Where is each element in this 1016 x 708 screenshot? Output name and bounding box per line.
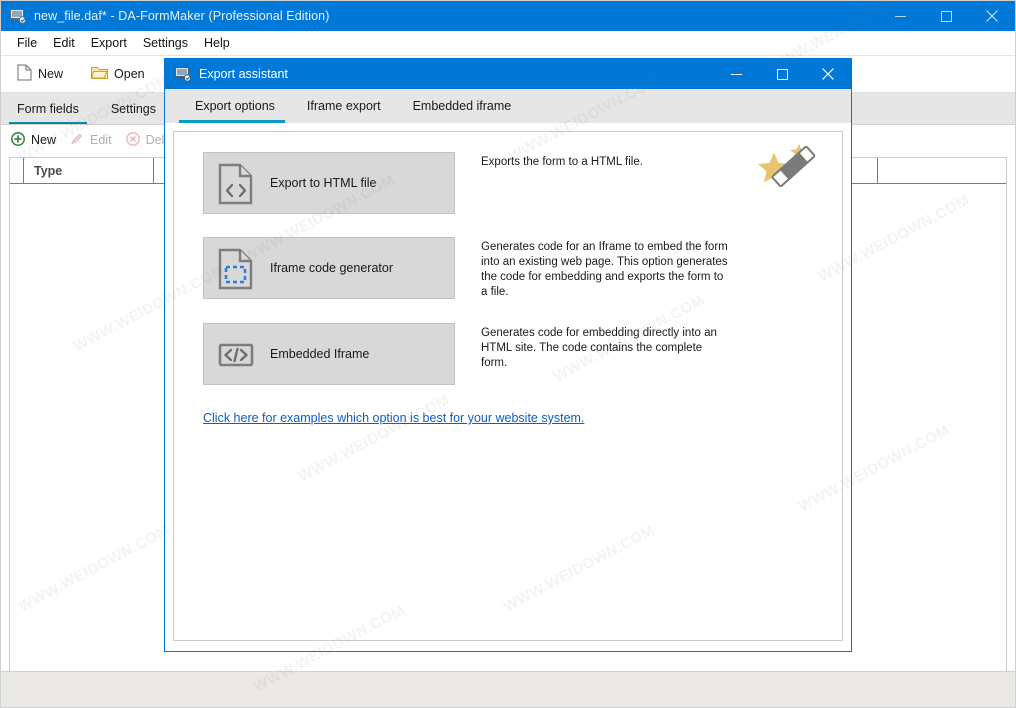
menu-item-export[interactable]: Export	[83, 34, 135, 52]
delete-circle-icon	[125, 131, 140, 149]
command-new-button[interactable]: New	[11, 131, 57, 149]
tab-embedded-iframe[interactable]: Embedded iframe	[397, 89, 528, 123]
iframe-code-generator-button[interactable]: Iframe code generator	[203, 237, 455, 299]
grid-column-type[interactable]: Type	[24, 158, 154, 183]
tab-export-options-label: Export options	[195, 99, 275, 113]
grid-column-4[interactable]	[878, 158, 998, 183]
main-title-bar: new_file.daf* - DA-FormMaker (Profession…	[1, 1, 1015, 31]
iframe-code-generator-description: Generates code for an Iframe to embed th…	[481, 241, 728, 298]
maximize-button[interactable]	[923, 1, 969, 31]
status-bar	[1, 671, 1015, 707]
plus-circle-icon	[11, 131, 25, 149]
grid-column-selector[interactable]	[10, 158, 24, 183]
toolbar-open-label: Open	[114, 67, 145, 81]
menu-item-help[interactable]: Help	[196, 34, 238, 52]
tab-iframe-export[interactable]: Iframe export	[291, 89, 397, 123]
tab-form-fields-label: Form fields	[17, 101, 79, 116]
tab-iframe-export-label: Iframe export	[306, 99, 381, 113]
menu-item-edit[interactable]: Edit	[45, 34, 83, 52]
form-maker-icon	[10, 8, 27, 24]
export-options-panel: Export to HTML file Exports the form to …	[173, 131, 843, 641]
dialog-close-button[interactable]	[805, 59, 851, 89]
tab-embedded-iframe-label: Embedded iframe	[412, 99, 512, 113]
dialog-body: Export to HTML file Exports the form to …	[165, 123, 851, 651]
menu-bar: File Edit Export Settings Help	[1, 31, 1015, 55]
tab-form-fields[interactable]: Form fields	[1, 93, 95, 124]
iframe-code-generator-label: Iframe code generator	[270, 261, 393, 275]
embedded-iframe-button[interactable]: Embedded Iframe	[203, 323, 455, 385]
open-folder-icon	[91, 65, 109, 83]
tab-settings-label: Settings	[110, 101, 156, 116]
export-to-html-description: Exports the form to a HTML file.	[481, 156, 643, 168]
html-file-icon	[218, 163, 254, 205]
export-to-html-button[interactable]: Export to HTML file	[203, 152, 455, 214]
toolbar-new-button[interactable]: New	[11, 61, 69, 87]
tab-settings[interactable]: Settings	[95, 93, 172, 124]
new-document-icon	[17, 64, 32, 84]
pencil-icon	[70, 132, 84, 149]
option-row-export-html: Export to HTML file Exports the form to …	[174, 152, 842, 214]
help-link-row: Click here for examples which option is …	[174, 409, 842, 427]
dialog-minimize-button[interactable]	[713, 59, 759, 89]
export-to-html-label: Export to HTML file	[270, 176, 377, 190]
command-edit-label: Edit	[90, 133, 112, 147]
tab-export-options[interactable]: Export options	[179, 89, 291, 123]
dialog-title-bar: Export assistant	[165, 59, 851, 89]
examples-help-link[interactable]: Click here for examples which option is …	[203, 411, 584, 425]
export-assistant-icon	[175, 66, 192, 82]
dialog-tab-strip: Export options Iframe export Embedded if…	[165, 89, 851, 123]
close-button[interactable]	[969, 1, 1015, 31]
code-brackets-icon	[218, 334, 254, 374]
option-row-embedded-iframe: Embedded Iframe Generates code for embed…	[174, 323, 842, 385]
embedded-iframe-label: Embedded Iframe	[270, 347, 370, 361]
menu-item-settings[interactable]: Settings	[135, 34, 196, 52]
toolbar-open-button[interactable]: Open	[85, 62, 151, 86]
option-row-iframe-generator: Iframe code generator Generates code for…	[174, 237, 842, 300]
command-edit-button[interactable]: Edit	[70, 132, 112, 149]
embedded-iframe-description: Generates code for embedding directly in…	[481, 327, 717, 369]
dialog-maximize-button[interactable]	[759, 59, 805, 89]
menu-item-file[interactable]: File	[9, 34, 45, 52]
dialog-title: Export assistant	[199, 67, 288, 81]
main-window-title: new_file.daf* - DA-FormMaker (Profession…	[34, 9, 330, 23]
export-assistant-dialog: Export assistant Export options Iframe e…	[164, 58, 852, 652]
minimize-button[interactable]	[877, 1, 923, 31]
command-new-label: New	[31, 133, 57, 147]
iframe-file-icon	[218, 248, 254, 290]
toolbar-new-label: New	[38, 67, 64, 81]
